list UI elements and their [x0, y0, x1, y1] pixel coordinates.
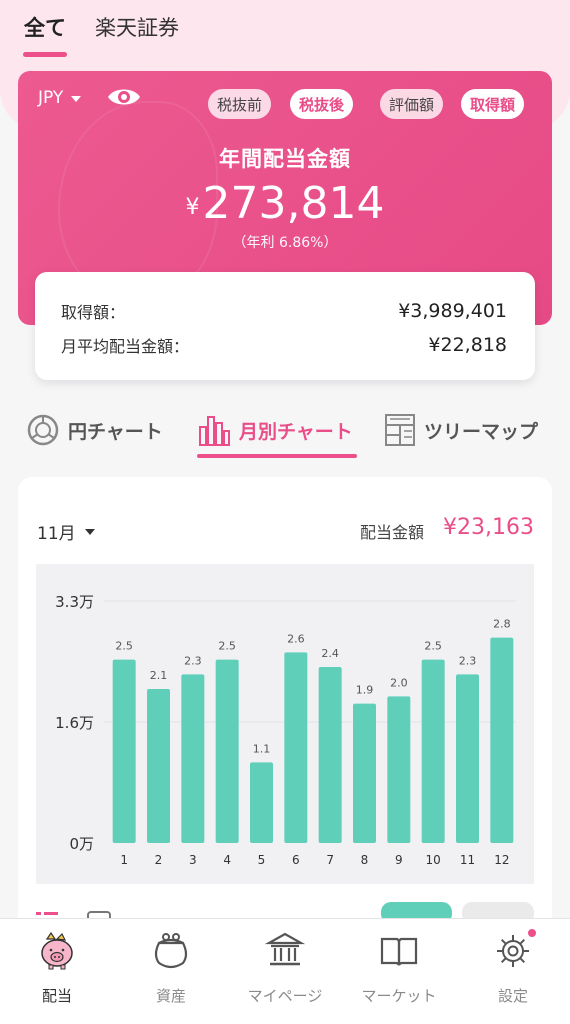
tab-treemap-label: ツリーマップ	[424, 420, 539, 443]
chart-type-tabs: 円チャート 月別チャート ツリーマップ	[0, 405, 570, 465]
annual-dividend-title: 年間配当金額	[219, 147, 351, 171]
pill-after-tax[interactable]: 税抜後	[290, 89, 354, 119]
bar	[490, 637, 514, 843]
nav-settings-label: 設定	[497, 987, 528, 1005]
dividend-amount-label: 配当金額	[360, 523, 425, 542]
bar-value-label: 2.3	[184, 654, 202, 667]
monthly-average-value: ¥22,818	[428, 334, 507, 356]
nav-mypage[interactable]: マイページ	[228, 931, 342, 1011]
bar-chart: 0万 1.6万 3.3万 2.5 1 2.1 2 2.3 3 2.5 4 1.1 5 2.6 6 2.4 7 1.…	[36, 564, 534, 884]
bar-chart-svg: 0万 1.6万 3.3万 2.5 1 2.1 2 2.3 3 2.5 4 1.1 5 2.6 6 2.4 7 1.…	[55, 593, 516, 867]
chevron-down-icon	[71, 95, 82, 102]
acquisition-value: ¥3,989,401	[398, 300, 507, 322]
x-tick-label: 1	[120, 853, 128, 867]
bar	[147, 689, 170, 843]
bar-value-label: 1.9	[356, 684, 374, 697]
bar	[456, 674, 479, 843]
bar-value-label: 2.5	[424, 640, 442, 653]
nav-dividends-label: 配当	[41, 987, 72, 1005]
x-tick-label: 11	[460, 853, 475, 867]
book-icon	[379, 931, 419, 971]
currency-select[interactable]: JPY	[38, 88, 82, 108]
summary-row-acquisition: 取得額： ¥3,989,401	[61, 298, 507, 324]
monthly-average-label: 月平均配当金額：	[61, 337, 190, 356]
piggy-bank-icon	[37, 931, 77, 971]
chevron-down-icon	[84, 529, 95, 535]
tab-monthly-chart-label: 月別チャート	[239, 420, 353, 443]
notification-dot	[527, 928, 537, 938]
purse-icon	[151, 931, 191, 971]
y-tick-label: 1.6万	[55, 714, 94, 732]
bar	[318, 667, 342, 843]
bar	[215, 659, 239, 843]
x-tick-label: 6	[292, 853, 300, 867]
x-tick-label: 9	[395, 853, 403, 867]
bar-value-label: 2.4	[321, 647, 339, 660]
chart-tab-indicator	[197, 454, 357, 458]
tab-rakuten-securities[interactable]: 楽天証券	[95, 12, 179, 42]
x-tick-label: 10	[426, 853, 441, 867]
bottom-navigation: 配当 資産 マイページ マーケット 設定	[0, 918, 570, 1024]
bar-value-label: 2.5	[218, 640, 236, 653]
bar	[387, 696, 411, 843]
tab-monthly-chart[interactable]: 月別チャート	[197, 413, 353, 447]
bank-icon	[264, 931, 306, 971]
nav-settings[interactable]: 設定	[456, 928, 570, 1011]
yen-symbol: ¥	[185, 195, 200, 220]
acquisition-label: 取得額：	[61, 303, 126, 322]
active-tab-indicator	[23, 52, 67, 57]
bar	[181, 674, 205, 843]
treemap-icon	[385, 414, 415, 446]
nav-assets[interactable]: 資産	[114, 931, 228, 1011]
tab-all[interactable]: 全て	[24, 12, 66, 42]
annual-yield: （年利 6.86%）	[232, 235, 338, 251]
monthly-chart-card: 11月 配当金額 ¥23,163 0万 1.6万 3.3万 2.5 1 2.1 2 2.3 3 2…	[18, 477, 552, 937]
bar-value-label: 2.0	[390, 676, 408, 689]
month-select[interactable]: 11月	[37, 519, 95, 544]
x-tick-label: 2	[155, 853, 163, 867]
eye-icon[interactable]	[106, 85, 142, 109]
bar	[421, 659, 445, 843]
bar-value-label: 2.5	[115, 640, 132, 653]
annual-dividend-amount: ¥273,814	[18, 179, 552, 233]
bar	[112, 659, 136, 843]
bar	[250, 762, 273, 843]
x-tick-label: 5	[258, 853, 266, 867]
bar-value-label: 2.1	[150, 669, 168, 682]
month-select-value: 11月	[37, 524, 76, 544]
pill-market-value[interactable]: 評価額	[380, 89, 444, 119]
tab-treemap[interactable]: ツリーマップ	[384, 413, 538, 447]
x-tick-label: 7	[326, 853, 334, 867]
tab-pie-chart[interactable]: 円チャート	[26, 413, 163, 447]
summary-row-monthly-average: 月平均配当金額： ¥22,818	[61, 332, 507, 358]
nav-mypage-label: マイページ	[247, 987, 323, 1005]
dividend-amount-value: ¥23,163	[443, 515, 534, 540]
x-tick-label: 4	[223, 853, 231, 867]
currency-label: JPY	[38, 88, 64, 108]
bar-value-label: 1.1	[253, 742, 271, 755]
bar-value-label: 2.8	[493, 618, 511, 631]
summary-card: 取得額： ¥3,989,401 月平均配当金額： ¥22,818	[35, 272, 535, 380]
pie-chart-icon	[27, 414, 59, 446]
y-tick-label: 3.3万	[55, 593, 94, 611]
bar-value-label: 2.6	[287, 632, 305, 645]
amount-value: 273,814	[202, 178, 385, 229]
bar	[284, 652, 308, 843]
x-tick-label: 8	[361, 853, 369, 867]
bar-chart-icon	[199, 416, 230, 446]
pill-acquisition-cost[interactable]: 取得額	[461, 89, 525, 119]
x-tick-label: 3	[189, 853, 197, 867]
nav-dividends[interactable]: 配当	[0, 931, 114, 1011]
account-tabs: 全て 楽天証券	[0, 0, 570, 70]
x-tick-label: 12	[494, 853, 509, 867]
nav-market[interactable]: マーケット	[342, 931, 456, 1011]
nav-assets-label: 資産	[155, 987, 186, 1005]
bar	[353, 703, 376, 843]
bar-value-label: 2.3	[459, 654, 477, 667]
gear-icon	[493, 928, 537, 971]
tab-pie-chart-label: 円チャート	[68, 420, 163, 443]
pill-before-tax[interactable]: 税抜前	[208, 89, 272, 119]
y-tick-label: 0万	[69, 835, 94, 853]
nav-market-label: マーケット	[361, 987, 437, 1005]
